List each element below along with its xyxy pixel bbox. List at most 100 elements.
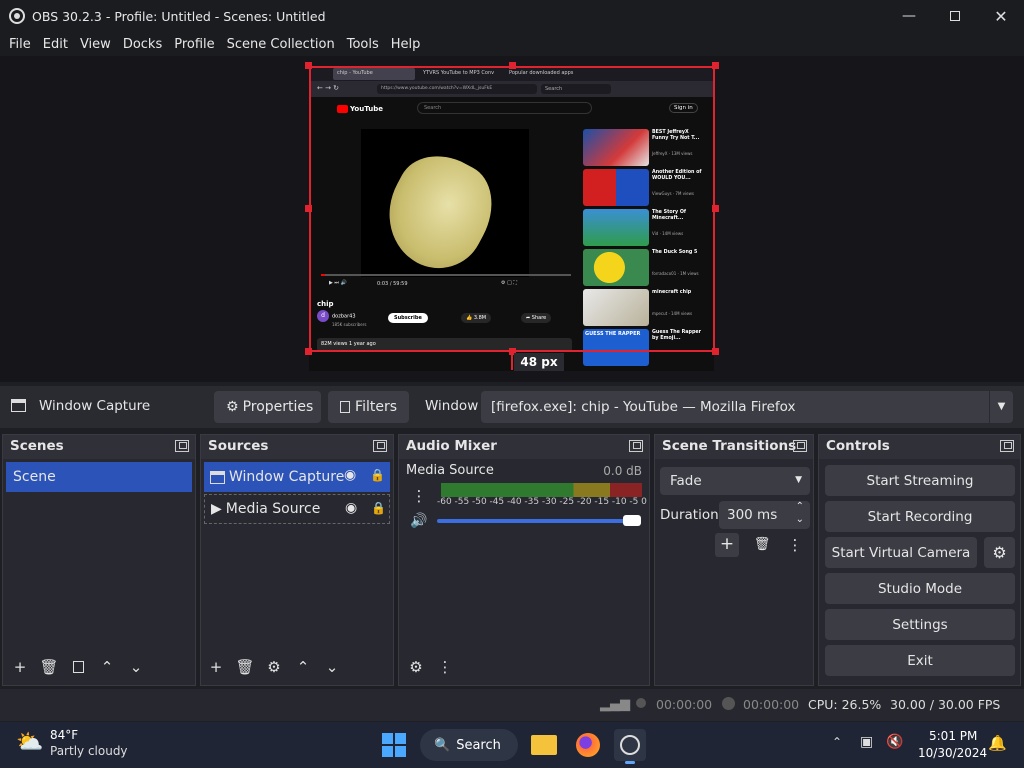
chevron-down-icon: ▼ [989,391,1013,423]
move-scene-down-button[interactable]: ⌄ [124,655,148,679]
sources-toolbar: + 🗑 ⚙ ⌃ ⌄ [204,655,349,679]
menu-view[interactable]: View [74,37,117,52]
start-streaming-button[interactable]: Start Streaming [825,465,1015,496]
duration-label: Duration [660,507,719,523]
float-dock-icon[interactable] [629,440,643,452]
remove-source-button[interactable]: 🗑 [233,655,257,679]
weather-temp[interactable]: 84°F [50,728,78,742]
taskbar-search[interactable]: 🔍 Search [420,729,518,761]
menu-profile[interactable]: Profile [168,37,220,52]
float-dock-icon[interactable] [373,440,387,452]
add-source-button[interactable]: + [204,655,228,679]
move-source-up-button[interactable]: ⌃ [291,655,315,679]
virtual-camera-settings-button[interactable]: ⚙ [984,537,1015,568]
properties-button[interactable]: ⚙ Properties [214,391,321,423]
stream-timer: 00:00:00 [656,697,713,712]
maximize-button[interactable] [932,0,978,32]
resize-handle[interactable] [712,348,719,355]
firefox-icon [576,733,600,757]
studio-mode-button[interactable]: Studio Mode [825,573,1015,604]
file-explorer-button[interactable] [528,729,560,761]
filters-button[interactable]: Filters [328,391,409,423]
add-transition-button[interactable]: + [715,533,739,557]
trash-icon: 🗑 [235,658,255,676]
resize-handle[interactable] [712,62,719,69]
spin-up-icon[interactable]: ⌃ [796,501,804,512]
audio-mixer-dock: Audio Mixer Media Source 0.0 dB ⋮ -60 -55… [398,434,650,686]
float-dock-icon[interactable] [793,440,807,452]
start-virtual-camera-button[interactable]: Start Virtual Camera [825,537,977,568]
source-item-media-source[interactable]: ▶ Media Source ◉ 🔒 [204,494,390,524]
scene-item[interactable]: Scene [6,462,192,492]
minimize-button[interactable]: — [886,0,932,32]
settings-button[interactable]: Settings [825,609,1015,640]
source-item-window-capture[interactable]: Window Capture ◉ 🔒 [204,462,390,492]
lock-icon[interactable]: 🔒 [370,468,385,482]
volume-slider[interactable] [437,519,641,523]
resize-handle[interactable] [305,62,312,69]
menu-edit[interactable]: Edit [37,37,74,52]
float-dock-icon[interactable] [1000,440,1014,452]
selection-box[interactable] [309,66,715,352]
advanced-audio-button[interactable]: ⚙ [404,655,428,679]
kebab-icon: ⋮ [411,487,427,505]
controls-header: Controls [819,435,1020,459]
resize-handle[interactable] [305,205,312,212]
display-icon[interactable]: ▣ [860,734,873,750]
lock-icon[interactable]: 🔒 [371,501,386,515]
speaker-muted-icon[interactable]: 🔇 [886,734,903,750]
menu-tools[interactable]: Tools [341,37,385,52]
close-button[interactable]: ✕ [978,0,1024,32]
status-bar: ▂▄▆ 00:00:00 00:00:00 CPU: 26.5% 30.00 /… [0,689,1024,721]
float-dock-icon[interactable] [175,440,189,452]
remove-scene-button[interactable]: 🗑 [37,655,61,679]
resize-handle[interactable] [509,62,516,69]
spin-down-icon[interactable]: ⌄ [796,514,804,525]
volume-slider-handle[interactable] [623,515,641,526]
move-scene-up-button[interactable]: ⌃ [95,655,119,679]
menu-scene-collection[interactable]: Scene Collection [221,37,341,52]
window-select[interactable]: [firefox.exe]: chip - YouTube — Mozilla … [481,391,1013,423]
exit-button[interactable]: Exit [825,645,1015,676]
transition-options-button[interactable]: ⋮ [783,533,807,557]
kebab-icon: ⋮ [437,658,453,676]
eye-icon[interactable]: ◉ [345,500,357,516]
add-scene-button[interactable]: + [8,655,32,679]
scene-filters-button[interactable] [66,655,90,679]
menu-help[interactable]: Help [385,37,427,52]
clock-time[interactable]: 5:01 PM [929,729,977,743]
notification-icon[interactable]: 🔔 [988,734,1007,752]
mute-button[interactable]: 🔊 [408,510,430,532]
volume-meter [441,483,642,497]
meter-scale: -60 -55 -50 -45 -40 -35 -30 -25 -20 -15 -10 -5 0 [437,497,647,507]
duration-spinbox[interactable]: 300 ms ⌃ ⌄ [719,501,810,529]
obs-taskbar-button[interactable] [614,729,646,764]
clock-date[interactable]: 10/30/2024 [918,746,987,760]
partly-cloudy-icon: ⛅ [16,730,44,755]
weather-desc[interactable]: Partly cloudy [50,744,128,758]
chevron-up-icon[interactable]: ⌃ [832,735,842,749]
start-recording-button[interactable]: Start Recording [825,501,1015,532]
resize-handle[interactable] [712,205,719,212]
mixer-menu-button[interactable]: ⋮ [408,485,430,507]
transition-select[interactable]: Fade ▼ [660,467,810,495]
scenes-header: Scenes [3,435,195,459]
preview-area[interactable]: chip - YouTube YTVRS YouTube to MP3 Conv… [0,56,1024,382]
search-icon: 🔍 [434,737,451,753]
sources-dock: Sources Window Capture ◉ 🔒 ▶ Media Sourc… [200,434,394,686]
eye-icon[interactable]: ◉ [344,467,356,483]
remove-transition-button[interactable]: 🗑 [750,533,774,557]
menu-docks[interactable]: Docks [117,37,168,52]
move-source-down-button[interactable]: ⌄ [320,655,344,679]
fps-readout: 30.00 / 30.00 FPS [890,697,1001,712]
menu-file[interactable]: File [3,37,37,52]
distance-guide [511,354,513,370]
source-properties-button[interactable]: ⚙ [262,655,286,679]
mixer-options-button[interactable]: ⋮ [433,655,457,679]
window-label: Window [425,398,479,414]
play-icon: ▶ [211,501,222,517]
window-capture-icon [210,470,225,484]
resize-handle[interactable] [305,348,312,355]
firefox-button[interactable] [572,729,604,761]
start-button[interactable] [378,729,410,761]
